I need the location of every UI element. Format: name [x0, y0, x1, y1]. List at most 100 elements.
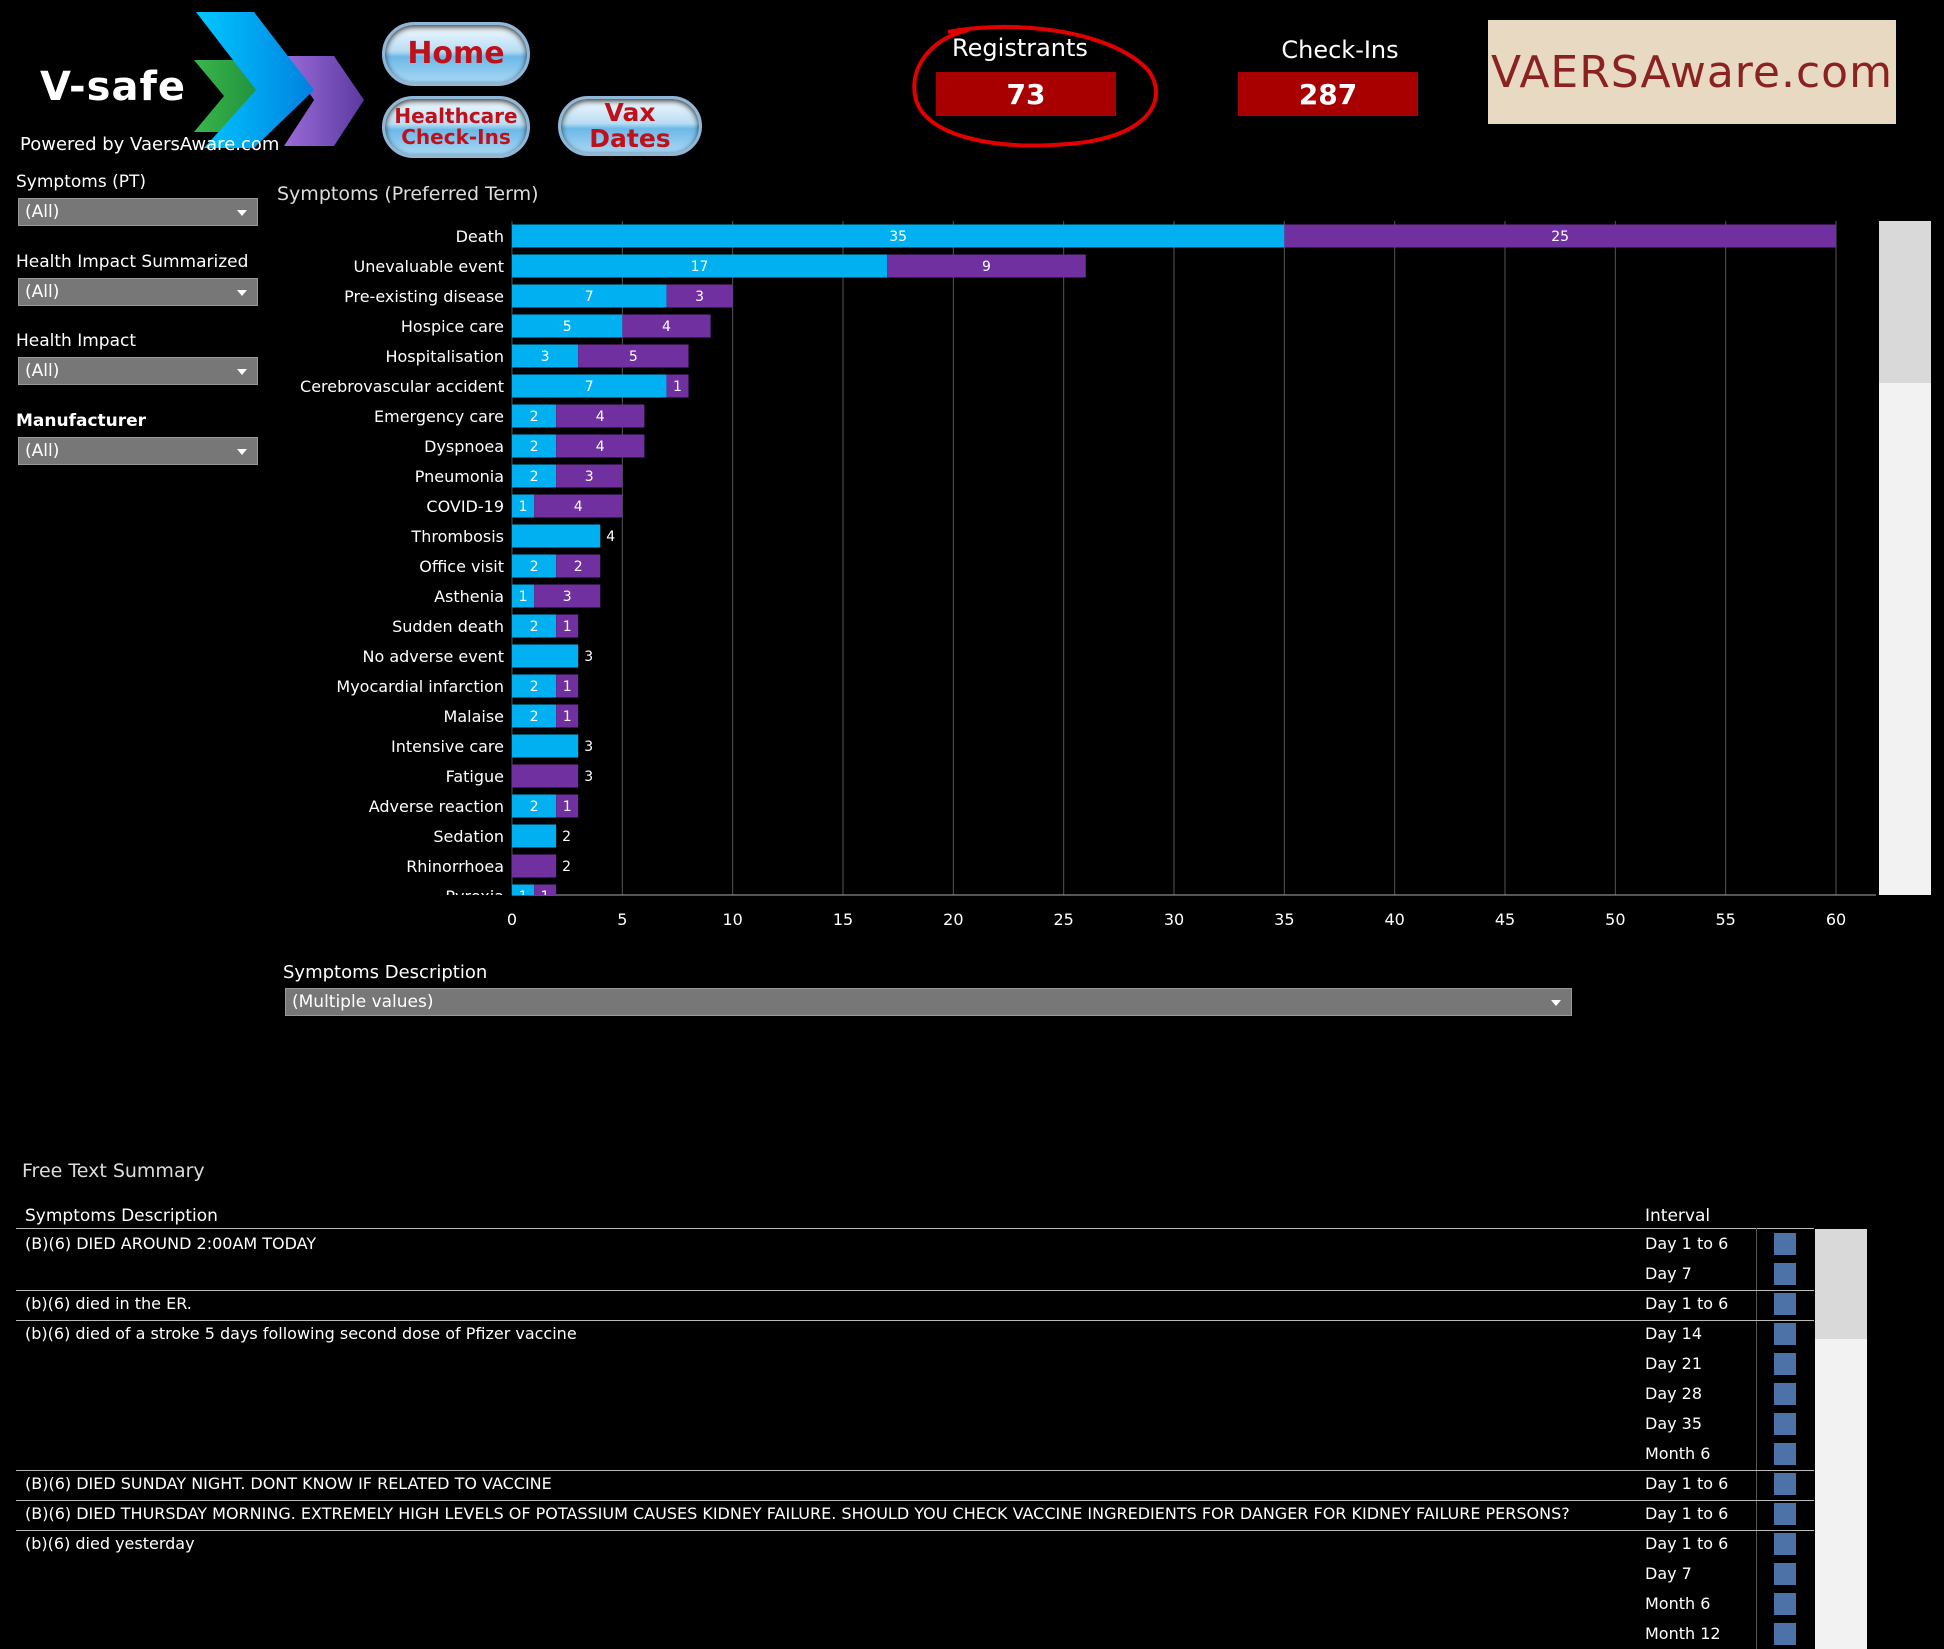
- data-label: 1: [563, 799, 572, 815]
- bar-segment: [512, 764, 579, 788]
- category-label: Intensive care: [391, 737, 504, 756]
- data-label: 4: [606, 529, 615, 545]
- data-label: 3: [585, 469, 594, 485]
- category-label: Asthenia: [434, 587, 504, 606]
- table-row-interval: Day 28: [1645, 1384, 1703, 1403]
- category-label: Myocardial infarction: [336, 677, 504, 696]
- interval-marker-square[interactable]: [1774, 1473, 1796, 1495]
- symptoms-description-value: (Multiple values): [292, 992, 434, 1012]
- data-label: 1: [563, 709, 572, 725]
- data-label: 2: [530, 679, 539, 695]
- bar-segment: [512, 884, 535, 895]
- table-row-interval: Day 1 to 6: [1645, 1234, 1729, 1253]
- column-header-symptoms-description: Symptoms Description: [25, 1206, 218, 1226]
- data-label: 1: [563, 679, 572, 695]
- interval-marker-square[interactable]: [1774, 1533, 1796, 1555]
- data-label: 5: [563, 319, 572, 335]
- table-row-interval: Day 7: [1645, 1264, 1692, 1283]
- bars-group: Death 35 25Unevaluable event 17 9Pre-existin…: [300, 224, 1836, 895]
- data-label: 5: [629, 349, 638, 365]
- x-tick-label: 30: [1164, 910, 1184, 929]
- category-label: Death: [456, 227, 504, 246]
- interval-marker-square[interactable]: [1774, 1623, 1796, 1645]
- interval-marker-square[interactable]: [1774, 1383, 1796, 1405]
- data-label: 1: [563, 619, 572, 635]
- symptoms-description-dropdown[interactable]: (Multiple values): [285, 988, 1572, 1016]
- data-label: 3: [584, 739, 593, 755]
- table-row-divider: [16, 1530, 1814, 1531]
- interval-marker-square[interactable]: [1774, 1563, 1796, 1585]
- table-row-description: (b)(6) died of a stroke 5 days following…: [25, 1324, 577, 1343]
- data-label: 17: [691, 259, 709, 275]
- data-label: 2: [530, 439, 539, 455]
- x-tick-label: 40: [1384, 910, 1404, 929]
- category-label: Dyspnoea: [424, 437, 504, 456]
- table-row-divider: [16, 1500, 1814, 1501]
- interval-marker-square[interactable]: [1774, 1593, 1796, 1615]
- bar-segment: [512, 854, 557, 878]
- table-scrollbar[interactable]: [1815, 1229, 1867, 1649]
- column-header-interval: Interval: [1645, 1206, 1711, 1226]
- chevron-down-icon: [1551, 1000, 1561, 1006]
- table-row-interval: Month 12: [1645, 1624, 1721, 1643]
- data-label: 2: [530, 559, 539, 575]
- bar-segment: [512, 734, 579, 758]
- table-row-interval: Day 21: [1645, 1354, 1703, 1373]
- x-tick-label: 0: [507, 910, 517, 929]
- x-tick-label: 15: [833, 910, 853, 929]
- data-label: 35: [889, 229, 907, 245]
- table-row-interval: Day 35: [1645, 1414, 1703, 1433]
- chart-scrollbar[interactable]: [1879, 221, 1931, 895]
- interval-marker-square[interactable]: [1774, 1353, 1796, 1375]
- category-label: Pneumonia: [415, 467, 504, 486]
- table-row-divider: [16, 1470, 1814, 1471]
- table-row-description: (B)(6) DIED AROUND 2:00AM TODAY: [25, 1234, 317, 1253]
- x-tick-label: 10: [722, 910, 742, 929]
- data-label: 3: [563, 589, 572, 605]
- bar-segment: [534, 884, 557, 895]
- symptoms-bar-chart: 0 5 10 15 20 25 30 35 40 45 50 55 60Death 35 25Unevalu…: [300, 221, 1876, 929]
- table-row-interval: Day 1 to 6: [1645, 1474, 1729, 1493]
- data-label: 25: [1551, 229, 1569, 245]
- data-label: 3: [584, 649, 593, 665]
- category-label: Sudden death: [392, 617, 504, 636]
- interval-marker-square[interactable]: [1774, 1323, 1796, 1345]
- data-label: 2: [530, 619, 539, 635]
- table-row-divider: [16, 1290, 1814, 1291]
- table-row-description: (b)(6) died yesterday: [25, 1534, 195, 1553]
- data-label: 2: [530, 469, 539, 485]
- interval-marker-square[interactable]: [1774, 1233, 1796, 1255]
- data-label: 2: [530, 799, 539, 815]
- chart-scrollbar-thumb[interactable]: [1879, 221, 1931, 383]
- data-label: 1: [673, 379, 682, 395]
- category-label: Sedation: [433, 827, 504, 846]
- bar-segment: [512, 824, 557, 848]
- x-tick-label: 5: [617, 910, 627, 929]
- symptoms-description-label: Symptoms Description: [283, 962, 488, 983]
- data-label: 2: [562, 859, 571, 875]
- interval-marker-square[interactable]: [1774, 1413, 1796, 1435]
- category-label: Rhinorrhoea: [406, 857, 504, 876]
- category-label: Pre-existing disease: [344, 287, 504, 306]
- category-label: COVID-19: [426, 497, 504, 516]
- x-tick-label: 45: [1495, 910, 1515, 929]
- category-label: Emergency care: [374, 407, 504, 426]
- table-row-interval: Day 14: [1645, 1324, 1703, 1343]
- interval-marker-square[interactable]: [1774, 1263, 1796, 1285]
- interval-marker-square[interactable]: [1774, 1503, 1796, 1525]
- table-row-interval: Day 1 to 6: [1645, 1294, 1729, 1313]
- bar-segment: [512, 524, 601, 548]
- table-row-description: (B)(6) DIED THURSDAY MORNING. EXTREMELY …: [25, 1504, 1570, 1523]
- table-row-interval: Day 1 to 6: [1645, 1534, 1729, 1553]
- table-row-description: (B)(6) DIED SUNDAY NIGHT. DONT KNOW IF R…: [25, 1474, 552, 1493]
- table-scrollbar-thumb[interactable]: [1815, 1229, 1867, 1339]
- data-label: 1: [519, 589, 528, 605]
- interval-marker-square[interactable]: [1774, 1443, 1796, 1465]
- category-label: Unevaluable event: [354, 257, 504, 276]
- category-label: No adverse event: [362, 647, 504, 666]
- interval-marker-square[interactable]: [1774, 1293, 1796, 1315]
- data-label: 2: [530, 409, 539, 425]
- table-row-interval: Day 7: [1645, 1564, 1692, 1583]
- table-row-description: (b)(6) died in the ER.: [25, 1294, 192, 1313]
- data-label: 9: [982, 259, 991, 275]
